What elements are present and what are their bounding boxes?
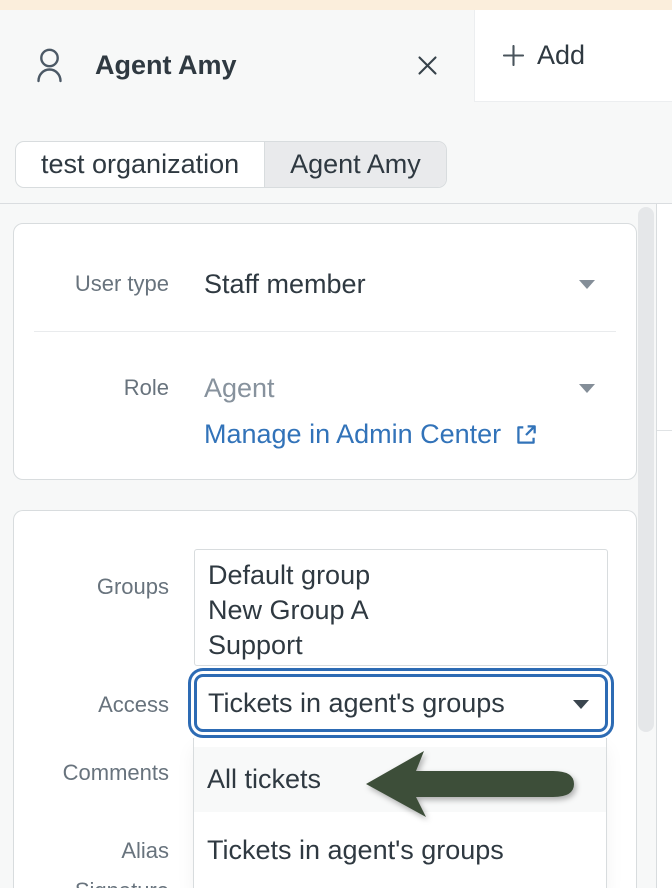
add-tab-label: Add bbox=[537, 40, 585, 71]
breadcrumb-org[interactable]: test organization bbox=[16, 142, 264, 187]
manage-link-label: Manage in Admin Center bbox=[204, 419, 501, 450]
external-link-icon bbox=[513, 422, 539, 448]
access-dropdown-menu: All tickets Tickets in agent's groups bbox=[193, 738, 607, 888]
header: Agent Amy Add test organization Agent Am… bbox=[0, 10, 672, 204]
access-select[interactable]: Tickets in agent's groups bbox=[194, 674, 608, 732]
user-type-card: User type Staff member Role Agent Manage… bbox=[13, 223, 637, 480]
user-type-label: User type bbox=[14, 271, 169, 297]
chevron-down-icon bbox=[573, 700, 589, 709]
comments-label: Comments bbox=[14, 760, 169, 786]
header-divider bbox=[0, 203, 672, 204]
right-panel-edge bbox=[656, 204, 672, 888]
plus-icon bbox=[503, 45, 524, 66]
person-icon bbox=[36, 47, 63, 88]
groups-label: Groups bbox=[14, 574, 169, 600]
close-tab-button[interactable] bbox=[413, 51, 441, 79]
breadcrumb: test organization Agent Amy bbox=[15, 141, 447, 188]
card-divider bbox=[34, 331, 616, 332]
vertical-scrollbar[interactable] bbox=[638, 207, 654, 732]
close-icon bbox=[418, 56, 437, 75]
breadcrumb-user[interactable]: Agent Amy bbox=[264, 142, 446, 187]
signature-label: Signature bbox=[14, 878, 169, 888]
menu-option-all-tickets[interactable]: All tickets bbox=[194, 747, 606, 812]
access-select-value: Tickets in agent's groups bbox=[208, 688, 505, 719]
menu-option-tickets-in-groups[interactable]: Tickets in agent's groups bbox=[194, 812, 606, 888]
window-accent-strip bbox=[0, 0, 672, 10]
group-item[interactable]: New Group A bbox=[208, 593, 607, 628]
access-label: Access bbox=[14, 692, 169, 718]
role-value: Agent bbox=[204, 373, 275, 404]
user-profile-screen: Agent Amy Add test organization Agent Am… bbox=[0, 0, 672, 888]
groups-listbox[interactable]: Default group New Group A Support bbox=[194, 549, 608, 666]
role-label: Role bbox=[14, 375, 169, 401]
group-item[interactable]: Support bbox=[208, 628, 607, 663]
user-type-value[interactable]: Staff member bbox=[204, 269, 366, 300]
alias-label: Alias bbox=[14, 838, 169, 864]
chevron-down-icon bbox=[579, 384, 595, 393]
chevron-down-icon[interactable] bbox=[579, 280, 595, 289]
manage-admin-center-link[interactable]: Manage in Admin Center bbox=[204, 412, 539, 457]
tab-title[interactable]: Agent Amy bbox=[95, 51, 237, 79]
add-tab-button[interactable]: Add bbox=[474, 10, 672, 102]
right-panel-divider bbox=[657, 430, 672, 431]
group-item[interactable]: Default group bbox=[208, 558, 607, 593]
